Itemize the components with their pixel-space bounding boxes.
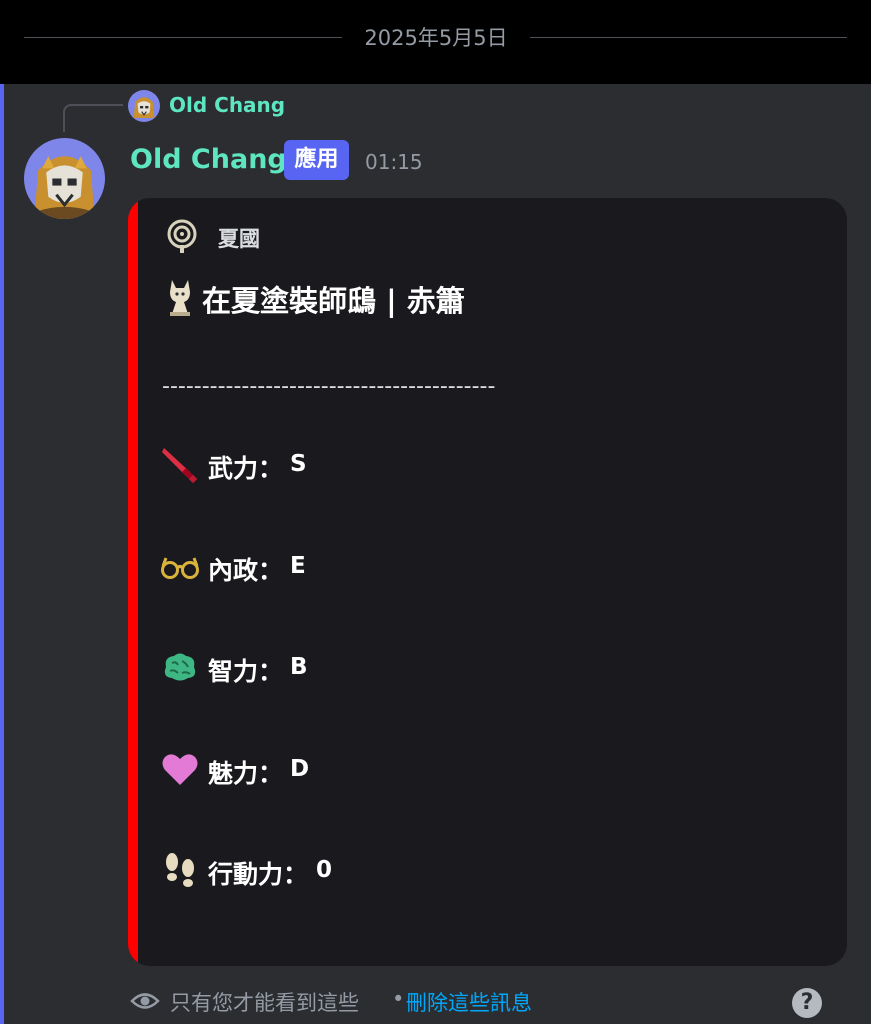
stat-label: 武力：	[208, 454, 284, 483]
footprints-icon	[160, 850, 200, 890]
embed-title: 在夏塗裝師鴟 | 赤簫	[202, 284, 465, 318]
date-divider: 2025年5月5日	[0, 0, 871, 84]
eye-icon	[130, 988, 160, 1014]
avatar[interactable]	[24, 138, 105, 219]
embed-divider-text: ----------------------------------------…	[162, 374, 496, 399]
brain-icon	[160, 647, 200, 687]
stat-label: 行動力：	[208, 860, 309, 889]
embed-author-name: 夏國	[218, 227, 260, 251]
message: Old Chang Old Chang 應用 01:15 夏國 在夏塗裝師鴟 |…	[0, 84, 871, 1024]
glasses-icon	[160, 546, 200, 586]
stat-label: 魅力：	[208, 759, 284, 788]
stat-value: S	[290, 451, 307, 477]
stat-label: 內政：	[208, 556, 284, 585]
stat-value: E	[290, 553, 306, 579]
reply-avatar[interactable]	[128, 90, 160, 122]
dagger-icon	[160, 444, 200, 484]
divider-line-right	[530, 37, 847, 38]
help-icon[interactable]: ?	[792, 988, 822, 1018]
ghost-figure-icon	[162, 278, 198, 318]
reply-spine	[63, 104, 123, 132]
stat-label: 智力：	[208, 657, 284, 686]
embed-accent-bar	[128, 198, 138, 966]
spiral-emblem-icon	[164, 218, 200, 254]
reply-author-name[interactable]: Old Chang	[169, 93, 285, 117]
dismiss-messages-link[interactable]: 刪除這些訊息	[406, 987, 532, 1017]
stat-value: D	[290, 756, 310, 782]
stat-value: 0	[316, 857, 333, 883]
heart-icon	[160, 749, 200, 789]
mention-highlight-bar	[0, 84, 4, 1024]
divider-line-left	[24, 37, 342, 38]
ephemeral-text: 只有您才能看到這些	[170, 991, 359, 1015]
date-divider-text: 2025年5月5日	[364, 26, 508, 50]
author-name[interactable]: Old Chang	[130, 144, 287, 175]
message-timestamp[interactable]: 01:15	[365, 150, 423, 174]
app-badge: 應用	[284, 140, 349, 180]
embed-card: 夏國 在夏塗裝師鴟 | 赤簫 -------------------------…	[128, 198, 847, 966]
ephemeral-separator: •	[392, 987, 405, 1011]
stat-value: B	[290, 654, 308, 680]
